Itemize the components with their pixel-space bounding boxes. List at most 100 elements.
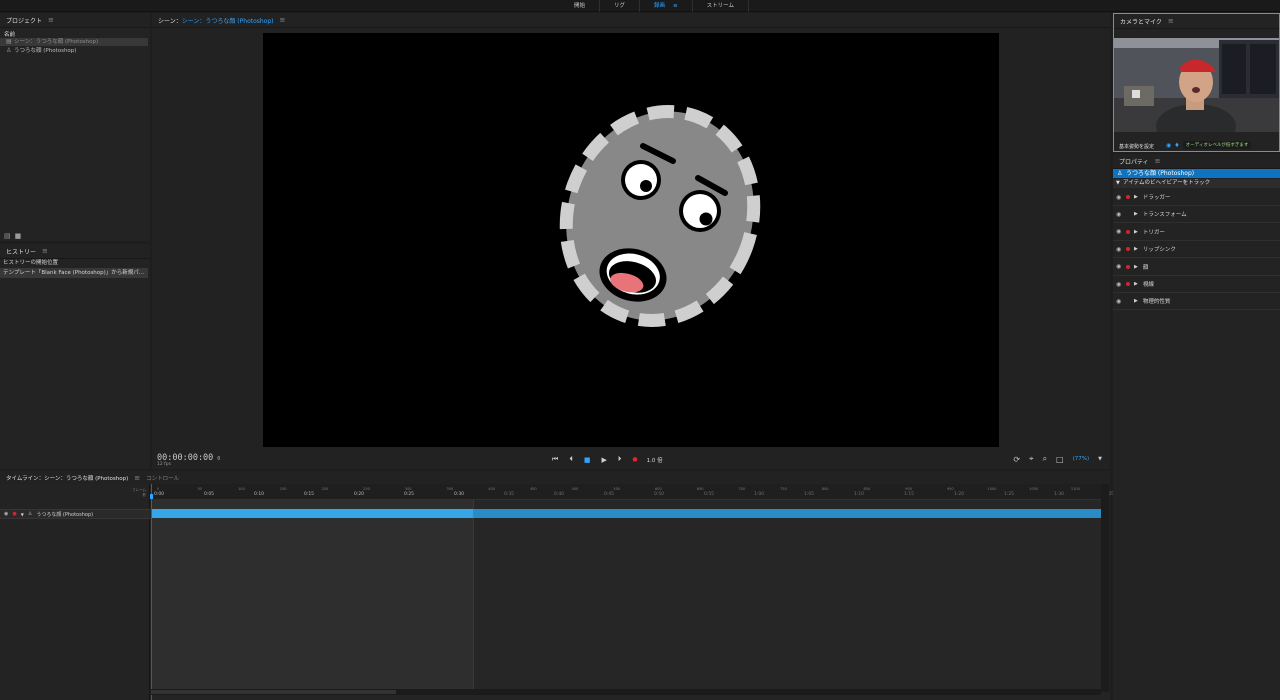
- history-item[interactable]: ヒストリーの開始位置: [0, 258, 148, 268]
- panel-menu-icon[interactable]: ≡: [1155, 157, 1161, 165]
- microphone-icon[interactable]: ♦: [1174, 142, 1179, 149]
- eye-icon[interactable]: ◉: [4, 511, 8, 517]
- ruler-frame-label: 250: [363, 487, 370, 491]
- tab-stream[interactable]: ストリーム: [693, 0, 749, 12]
- go-to-start-icon[interactable]: ⏮: [552, 455, 558, 464]
- step-back-icon[interactable]: ⏴: [569, 455, 573, 464]
- expand-icon[interactable]: ▶: [1134, 194, 1138, 200]
- play-icon[interactable]: ▶: [601, 456, 606, 464]
- scene-stage[interactable]: [263, 33, 999, 447]
- behavior-row[interactable]: ◉ ▶ ドラッガー: [1113, 189, 1280, 206]
- track-behaviors-label: アイテムのビヘイビアーをトラック: [1123, 180, 1211, 186]
- camera-panel-title: カメラとマイク: [1120, 18, 1162, 26]
- eye-icon[interactable]: ◉: [1116, 298, 1123, 305]
- record-arm-icon[interactable]: [1126, 212, 1130, 216]
- refresh-icon[interactable]: ⟳: [1013, 455, 1020, 464]
- timeline-beyond-range[interactable]: [473, 500, 1101, 692]
- record-arm-icon[interactable]: [1126, 299, 1130, 303]
- ruler-tick-label: 0:55: [703, 492, 715, 497]
- set-rest-pose-button[interactable]: 基本姿勢を設定: [1119, 143, 1154, 150]
- zoom-level[interactable]: (77%): [1073, 456, 1090, 462]
- record-icon[interactable]: ●: [632, 456, 637, 463]
- column-header-name[interactable]: 名前: [4, 30, 15, 38]
- behavior-name: トリガー: [1142, 229, 1165, 236]
- playhead-handle[interactable]: [150, 494, 153, 499]
- record-arm-icon[interactable]: [1126, 247, 1130, 252]
- record-arm-icon[interactable]: ●: [12, 511, 16, 517]
- panel-menu-icon[interactable]: ≡: [42, 247, 48, 255]
- behavior-name: トランスフォーム: [1142, 212, 1187, 219]
- chevron-down-icon: ▼: [1116, 180, 1120, 186]
- behavior-row[interactable]: ◉ ▶ リップシンク: [1113, 241, 1280, 259]
- eye-icon[interactable]: ◉: [1116, 281, 1123, 288]
- selected-puppet-name: うつろな顔 (Photoshop): [1126, 170, 1195, 177]
- timeline-vertical-scrollbar[interactable]: [1101, 484, 1109, 692]
- timeline-scene-range[interactable]: [151, 500, 473, 692]
- tab-record[interactable]: 録画 ≡: [640, 0, 693, 12]
- ruler-frame-label: 550: [613, 487, 621, 491]
- menu-icon[interactable]: ≡: [673, 3, 678, 9]
- fps-label: 12 fps: [157, 462, 171, 467]
- ruler-tick-label: 1:30: [1053, 492, 1065, 497]
- frame-icon[interactable]: □: [1056, 455, 1064, 464]
- track-list: フレーム秒 ◉ ● ▼ ♙ うつろな顔 (Photoshop): [0, 484, 150, 700]
- zoom-icon[interactable]: ⌕: [1043, 454, 1047, 464]
- selected-puppet[interactable]: ♙ うつろな顔 (Photoshop): [1113, 169, 1280, 178]
- tab-timeline[interactable]: タイムライン：シーン：うつろな顔 (Photoshop): [0, 474, 134, 482]
- tab-controls[interactable]: コントロール: [140, 474, 185, 482]
- new-scene-icon[interactable]: ▤: [4, 232, 11, 240]
- expand-icon[interactable]: ▶: [1134, 298, 1138, 304]
- behavior-row[interactable]: ◉ ▶ 顔: [1113, 259, 1280, 276]
- history-item[interactable]: テンプレート「Blank Face (Photoshop)」から新規パ…: [0, 268, 148, 278]
- track-row-puppet[interactable]: ◉ ● ▼ ♙ うつろな顔 (Photoshop): [0, 509, 150, 519]
- expand-icon[interactable]: ▼: [21, 512, 24, 517]
- record-arm-icon[interactable]: [1126, 282, 1130, 286]
- camera-toggle-icon[interactable]: ◉: [1166, 142, 1171, 149]
- ruler-frame-label: 150: [279, 487, 287, 491]
- behavior-row[interactable]: ◉ ▶ 物理的性質: [1113, 293, 1280, 311]
- tab-start[interactable]: 開始: [560, 0, 601, 12]
- panel-menu-icon[interactable]: ≡: [280, 16, 286, 24]
- eye-icon[interactable]: ◉: [1116, 194, 1123, 201]
- timeline-horizontal-scrollbar[interactable]: [151, 689, 1101, 695]
- folder-icon[interactable]: ■: [15, 232, 22, 240]
- expand-icon[interactable]: ▶: [1134, 281, 1138, 287]
- project-item-scene[interactable]: ▤ シーン：うつろな顔 (Photoshop): [0, 38, 148, 46]
- puppet-track-bar[interactable]: [151, 509, 1101, 518]
- chevron-down-icon[interactable]: ▼: [1098, 456, 1102, 462]
- record-arm-icon[interactable]: [1126, 229, 1130, 234]
- ruler-frame-label: 350: [446, 487, 454, 491]
- step-forward-icon[interactable]: ⏵: [618, 455, 622, 464]
- behavior-row[interactable]: ◉ ▶ トリガー: [1113, 224, 1280, 241]
- eye-icon[interactable]: ◉: [1116, 246, 1123, 253]
- record-arm-icon[interactable]: [1126, 195, 1130, 199]
- eye-icon[interactable]: ◉: [1116, 228, 1123, 235]
- behavior-row[interactable]: ◉ ▶ 視線: [1113, 276, 1280, 293]
- behavior-row[interactable]: ◉ ▶ トランスフォーム: [1113, 206, 1280, 224]
- expand-icon[interactable]: ▶: [1134, 211, 1138, 217]
- stop-icon[interactable]: ■: [584, 456, 591, 464]
- crosshair-icon[interactable]: ⌖: [1029, 454, 1034, 464]
- eye-icon[interactable]: ◉: [1116, 211, 1123, 218]
- project-item-puppet[interactable]: ♙ うつろな顔 (Photoshop): [0, 47, 148, 55]
- track-behaviors-group[interactable]: ▼ アイテムのビヘイビアーをトラック: [1113, 179, 1280, 188]
- playback-speed[interactable]: 1.0 倍: [647, 456, 663, 464]
- record-arm-icon[interactable]: [1126, 264, 1130, 269]
- puppet-icon: ♙: [1117, 170, 1123, 177]
- puppet-icon: ♙: [6, 47, 12, 54]
- panel-menu-icon[interactable]: ≡: [48, 16, 54, 24]
- ruler-frame-label: 50: [197, 487, 202, 491]
- expand-icon[interactable]: ▶: [1134, 229, 1138, 235]
- eye-icon[interactable]: ◉: [1116, 263, 1123, 270]
- playhead[interactable]: [151, 484, 152, 700]
- tab-rig[interactable]: リグ: [600, 0, 641, 12]
- scene-panel: シーン： シーン：うつろな顔 (Photoshop) ≡ 00:00:00:00…: [152, 13, 1110, 469]
- expand-icon[interactable]: ▶: [1134, 246, 1138, 252]
- time-ruler[interactable]: 0:00 0:05 0:10 0:15 0:20 0:25 0:30 0:35 0:40 0:45…: [151, 484, 1122, 500]
- timeline-header: タイムライン：シーン：うつろな顔 (Photoshop) ≡ コントロール: [0, 471, 1110, 484]
- panel-menu-icon[interactable]: ≡: [1168, 17, 1174, 25]
- expand-icon[interactable]: ▶: [1134, 264, 1138, 270]
- ruler-tick-label: 1:20: [953, 492, 965, 497]
- puppet-face[interactable]: [263, 33, 999, 447]
- scroll-thumb[interactable]: [151, 690, 396, 694]
